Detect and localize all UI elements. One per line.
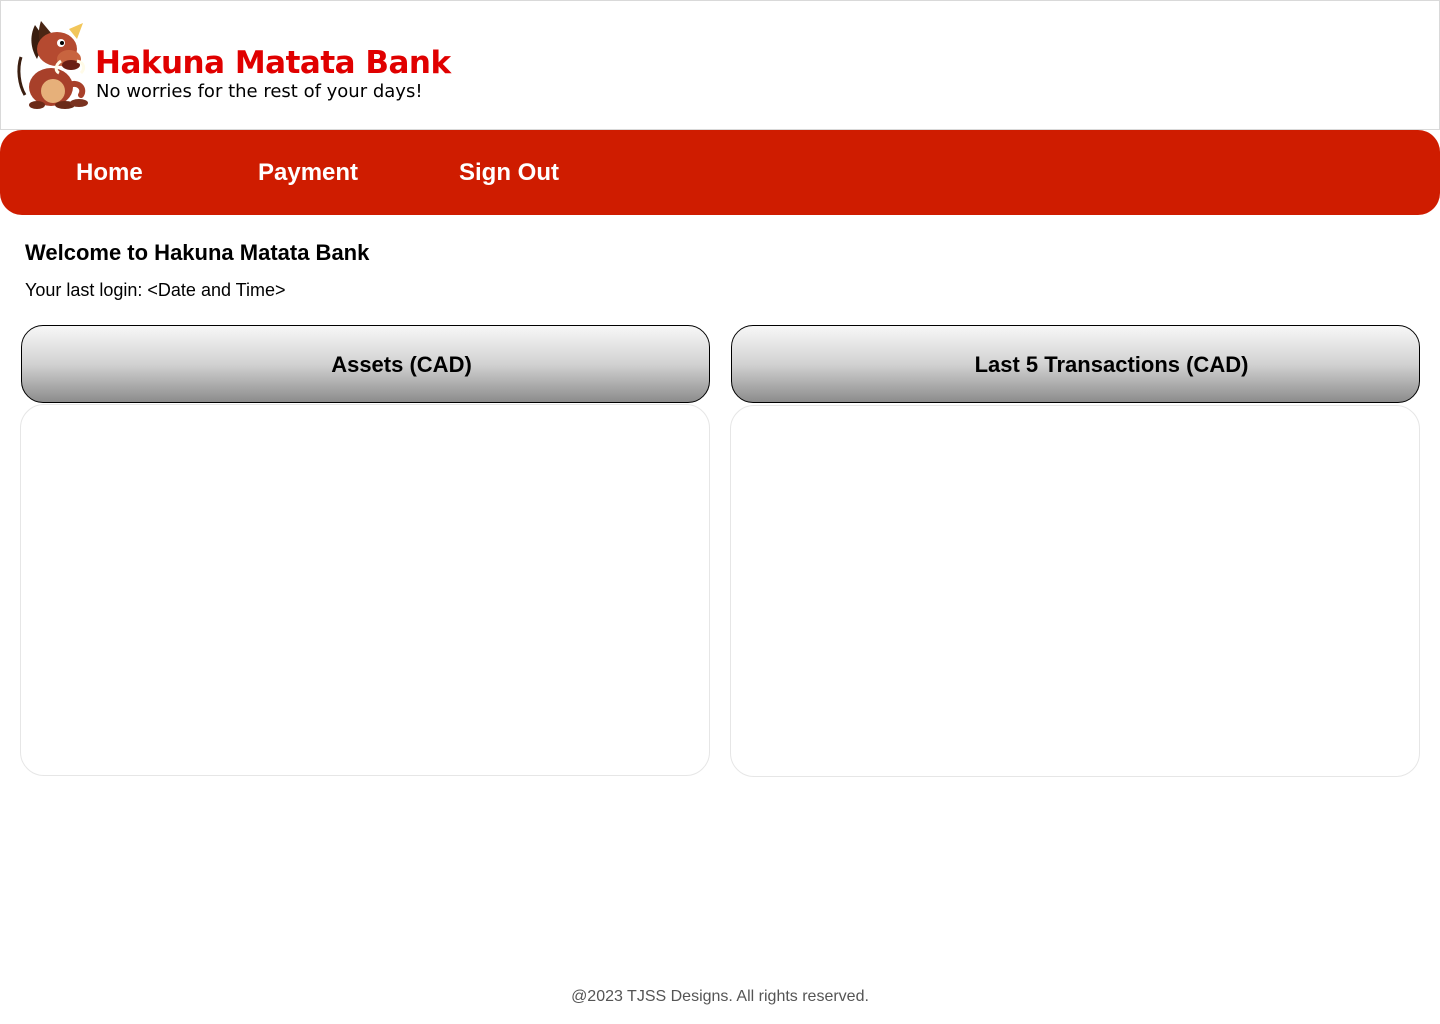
nav-item-payment[interactable]: Payment [258, 130, 358, 215]
transactions-panel-body [730, 405, 1420, 777]
transactions-panel-header: Last 5 Transactions (CAD) [731, 325, 1420, 403]
nav-item-sign-out[interactable]: Sign Out [459, 130, 559, 215]
main-nav-bar: Home Payment Sign Out [0, 130, 1440, 215]
transactions-panel-title: Last 5 Transactions (CAD) [974, 352, 1249, 377]
nav-item-home[interactable]: Home [76, 130, 143, 215]
site-header: Hakuna Matata Bank No worries for the re… [0, 0, 1440, 130]
brand-name: Hakuna Matata Bank [95, 45, 451, 81]
assets-panel-title: Assets (CAD) [331, 352, 472, 377]
brand-tagline: No worries for the rest of your days! [96, 81, 423, 102]
footer-copyright: @2023 TJSS Designs. All rights reserved. [571, 988, 869, 1005]
warthog-mascot-logo [17, 21, 88, 109]
page-title: Welcome to Hakuna Matata Bank [25, 240, 370, 265]
assets-panel-body [20, 404, 710, 776]
assets-panel-header: Assets (CAD) [21, 325, 710, 403]
last-login-text: Your last login: <Date and Time> [25, 280, 286, 300]
